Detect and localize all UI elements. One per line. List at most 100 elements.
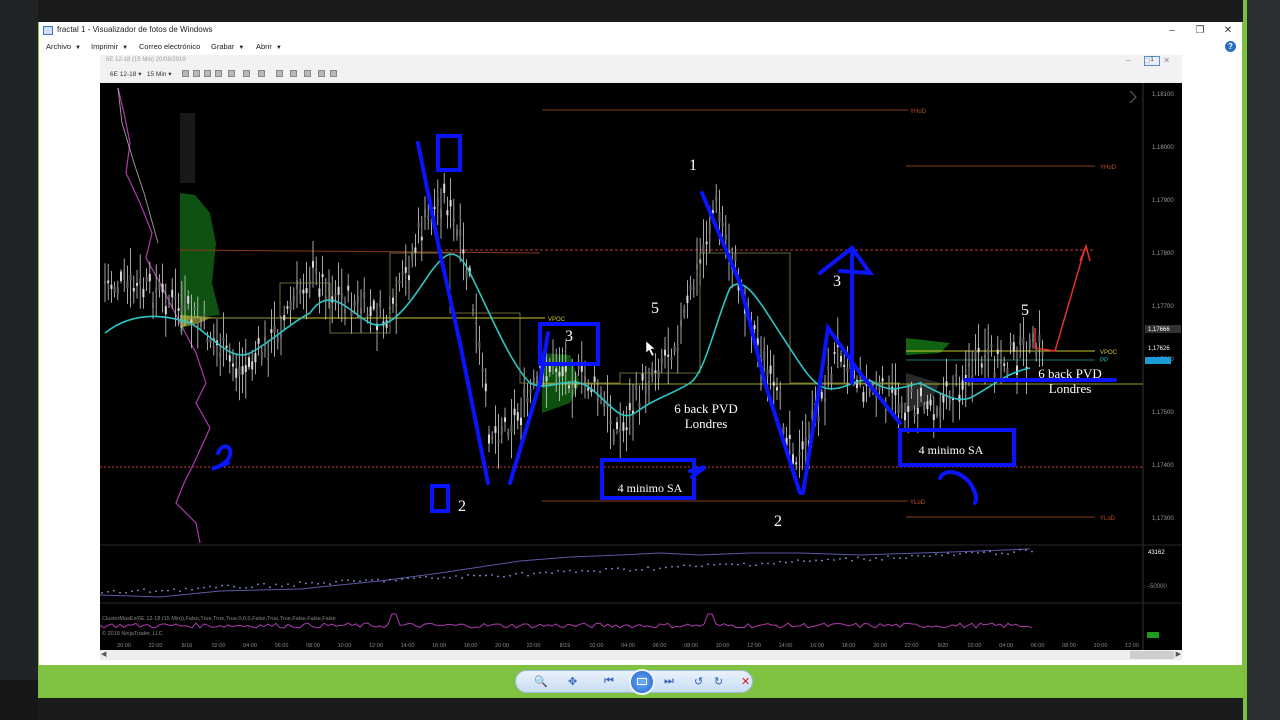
close-button[interactable]: ✕ [1214,22,1242,40]
scroll-right-icon[interactable]: ▶ [1176,650,1181,658]
candle-body [862,392,865,402]
candle-body [379,300,382,308]
zoom-chart-icon [228,70,235,77]
candle-body [267,357,270,360]
candle-body [667,354,670,357]
indicator-dot [149,591,151,593]
copyright: © 2018 NinjaTrader, LLC [102,630,163,637]
indicator-dot [431,577,433,579]
time-label: 06:00 [1031,643,1045,649]
candle-body [936,407,938,416]
menu-grabar[interactable]: Grabar ▼ [211,42,244,51]
restore-button[interactable]: ❐ [1186,22,1214,40]
indicator-dot [935,553,937,556]
pencil-icon [193,70,200,77]
help-icon[interactable]: ? [1225,41,1236,52]
candle-body [132,288,135,292]
minimize-button[interactable]: – [1158,22,1186,40]
candle-body [683,307,686,316]
menu-imprimir[interactable]: Imprimir ▼ [91,42,128,51]
indicator-dot [587,570,589,573]
time-label: 8/19 [560,643,571,649]
time-label: 08:00 [684,643,698,649]
previous-icon[interactable]: ⏮ [604,675,614,688]
time-label: 22:00 [527,643,541,649]
delete-icon[interactable]: ✕ [741,675,750,688]
candle-body [923,405,926,411]
candle-body [123,270,126,280]
menu-archivo[interactable]: Archivo ▼ [46,42,81,51]
candle-body [721,222,724,227]
image-viewport: 6E 12-18 (15 Min) 20/08/2018 6E 12-18 ▾ … [39,55,1242,665]
candle-body [1006,368,1009,375]
fit-window-icon[interactable]: ✥ [568,675,577,688]
candle-body [708,224,711,234]
time-label: 22:00 [149,643,163,649]
indicator-dot [383,580,385,583]
indicator-dot [503,575,505,578]
candle-body [139,278,142,285]
candle-body [926,401,929,410]
candle-body [584,375,586,384]
volume-profile-1 [180,193,220,333]
pvd-label-line1: 6 back PVD [674,401,738,416]
candle-body [395,303,398,307]
candle-body [638,402,641,408]
candle-body [516,412,519,421]
label-1: 1 [689,157,697,174]
annotation-scribble-4 [938,470,979,505]
indicator-dot [665,566,667,569]
candle-body [251,361,254,370]
min-sa-label-2: 4 minimo SA [919,443,984,457]
candle-body [705,241,708,245]
navigation-controls: 🔍 ✥ ⏮ ⏭ ↺ ↻ ✕ [515,669,753,695]
indicator-dot [923,555,925,558]
zoom-icon[interactable]: 🔍 [534,675,548,688]
candle-body [680,320,682,327]
indicator-dot [581,569,583,572]
label-3-right: 3 [833,273,841,290]
menu-abrir[interactable]: Abrir ▼ [256,42,282,51]
candle-body [472,309,474,312]
indicator-dot [983,551,985,554]
indicator-dot [815,559,817,562]
candle-body [196,318,199,327]
candle-body [801,441,804,450]
candle-body [840,355,842,362]
candle-body [334,294,337,297]
indicator-dot [839,557,841,560]
slideshow-button[interactable] [629,669,655,695]
candle-body [414,247,417,254]
indicator-dot [827,558,829,561]
horizontal-scrollbar[interactable]: ◀ ▶ [100,650,1182,660]
candle-body [392,297,394,304]
indicator-dot [767,562,769,565]
candle-body [676,348,679,351]
candle-body [459,229,462,237]
candle-body [494,426,497,433]
candle-body [264,336,266,342]
candle-body [769,365,772,374]
time-label: 04:00 [243,643,257,649]
indicator-dot [929,555,931,558]
candle-body [148,273,151,282]
indicator-dot [695,565,697,568]
candle-body [484,383,487,392]
menu-correo[interactable]: Correo electrónico [139,42,200,51]
rotate-cw-icon[interactable]: ↻ [714,675,723,688]
indicator-dot [797,559,799,562]
candle-body [164,306,167,315]
price-label: 1,18000 [1152,145,1174,151]
scroll-left-icon[interactable]: ◀ [101,650,106,658]
candle-body [299,288,302,294]
candle-body [120,271,122,281]
candle-body [558,371,561,377]
trading-chart-screenshot: YHoD YHoD VPOC VPOC PP YLoD YLoD 1 2 2 3… [100,83,1182,650]
indicator-dot [713,564,715,566]
rotate-ccw-icon[interactable]: ↺ [694,675,703,688]
price-label: 1,17900 [1152,198,1174,204]
indicator-dot [449,576,451,579]
scroll-thumb[interactable] [1130,651,1174,659]
indicator-dot [737,563,739,566]
next-icon[interactable]: ⏭ [664,675,674,688]
